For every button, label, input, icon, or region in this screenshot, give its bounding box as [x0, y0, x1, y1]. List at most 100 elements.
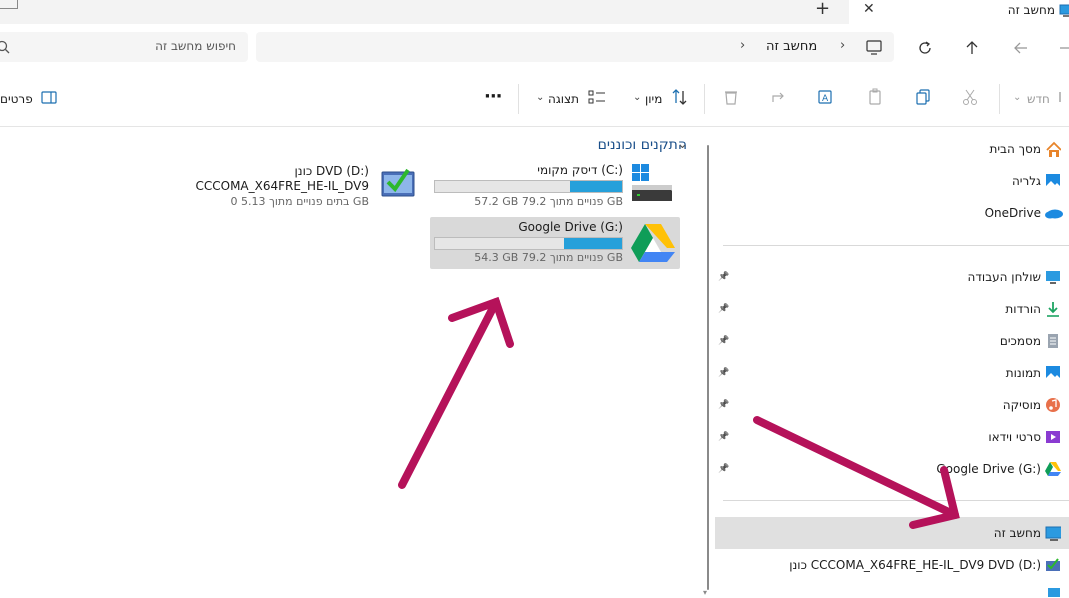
drive-free-space: 0 בתים פנויים מתוך 5.13 GB: [230, 195, 369, 208]
nav-item-pinned[interactable]: שולחן העבודה: [968, 267, 1041, 287]
dvd-drive-icon: [1046, 558, 1060, 571]
nav-label: מוסיקה: [1002, 398, 1041, 412]
pictures-icon: [1046, 366, 1060, 380]
nav-item-pinned[interactable]: הורדות: [1005, 299, 1041, 319]
nav-item-pinned[interactable]: סרטי וידאו: [988, 427, 1041, 447]
search-input[interactable]: חיפוש מחשב זה: [0, 32, 248, 62]
nav-label: Google Drive (G:): [936, 462, 1041, 476]
pin-icon[interactable]: 📌: [718, 368, 729, 378]
scroll-down-icon[interactable]: ▾: [703, 588, 707, 597]
chevron-down-icon[interactable]: ⌄: [677, 137, 688, 152]
delete-icon[interactable]: [722, 88, 742, 108]
drive-usage-fill: [564, 238, 622, 249]
toolbar-separator: [999, 84, 1000, 114]
home-icon: [1046, 141, 1061, 157]
nav-item-gallery[interactable]: גלריה: [1012, 171, 1041, 191]
refresh-icon[interactable]: [917, 40, 933, 56]
desktop-icon: [1046, 271, 1060, 284]
nav-item-pinned[interactable]: מוסיקה: [1003, 395, 1041, 415]
google-drive-icon: [631, 224, 675, 262]
pin-icon[interactable]: 📌: [718, 400, 729, 410]
nav-pane-scrollbar[interactable]: [707, 145, 709, 590]
drive-usage-bar: [434, 237, 623, 250]
back-arrow-icon[interactable]: [1058, 40, 1069, 56]
section-devices-drives[interactable]: התקנים וכוננים: [598, 137, 687, 153]
search-icon: [0, 40, 10, 54]
breadcrumb-chevron-icon[interactable]: ›: [740, 38, 745, 53]
sort-icon[interactable]: [671, 88, 691, 108]
forward-arrow-icon[interactable]: [1013, 40, 1029, 56]
nav-separator: [723, 500, 1069, 501]
nav-item-pinned[interactable]: Google Drive (G:): [936, 459, 1041, 479]
command-bar: [0, 72, 1069, 127]
nav-label: מחשב זה: [993, 526, 1041, 540]
local-disk-icon: [632, 164, 672, 201]
nav-separator: [723, 245, 1069, 246]
new-label[interactable]: חדש: [1027, 92, 1050, 106]
monitor-icon: [1059, 4, 1069, 17]
nav-item-pinned[interactable]: תמונות: [1006, 363, 1041, 383]
google-drive-icon: [1045, 462, 1061, 476]
search-placeholder: חיפוש מחשב זה: [155, 39, 236, 53]
nav-label: הורדות: [1005, 302, 1041, 316]
dvd-drive-icon: [381, 168, 415, 197]
new-tab-button[interactable]: +: [815, 0, 830, 19]
drive-label: CCCOMA_X64FRE_HE-IL_DV9: [195, 179, 370, 193]
drive-c[interactable]: דיסק מקומי (C:) 57.2 GB פנויים מתוך 79.2…: [431, 160, 680, 208]
drive-usage-fill: [569, 181, 622, 192]
nav-label: סרטי וידאו: [988, 430, 1041, 444]
view-icon[interactable]: [588, 88, 608, 108]
pin-icon[interactable]: 📌: [718, 464, 729, 474]
drive-name: דיסק מקומי (C:): [537, 163, 623, 177]
pin-icon[interactable]: 📌: [718, 432, 729, 442]
nav-label: תמונות: [1005, 366, 1041, 380]
gallery-icon: [1046, 174, 1060, 188]
nav-item-pinned[interactable]: מסמכים: [1000, 331, 1041, 351]
breadcrumb-this-pc[interactable]: מחשב זה: [766, 39, 817, 54]
this-pc-icon: [866, 40, 882, 55]
sort-label[interactable]: מיון: [645, 92, 662, 106]
pin-icon[interactable]: 📌: [718, 272, 729, 282]
toolbar-separator: [518, 84, 519, 114]
music-icon: [1046, 398, 1060, 412]
videos-icon: [1046, 431, 1060, 443]
chevron-down-icon[interactable]: ⌄: [536, 92, 544, 103]
drive-d-dvd[interactable]: כונן DVD (D:) CCCOMA_X64FRE_HE-IL_DV9 0 …: [180, 160, 420, 212]
annotation-arrow-up: [398, 296, 514, 489]
nav-label: כונן CCCOMA_X64FRE_HE-IL_DV9 DVD (D:): [789, 558, 1041, 572]
drive-usage-bar: [434, 180, 623, 193]
up-arrow-icon[interactable]: [964, 40, 980, 56]
nav-label: גלריה: [1011, 174, 1041, 188]
this-pc-icon: [1045, 526, 1061, 541]
tab-this-pc[interactable]: ✕ מחשב זה: [849, 0, 1069, 24]
onedrive-icon: [1045, 209, 1063, 219]
cut-icon[interactable]: [961, 88, 981, 108]
share-icon[interactable]: [770, 88, 790, 108]
copy-icon[interactable]: [914, 88, 934, 108]
drive-g[interactable]: Google Drive (G:) 54.3 GB פנויים מתוך 79…: [430, 217, 680, 269]
drive-free-space: 57.2 GB פנויים מתוך 79.2 GB: [474, 195, 623, 208]
pin-icon[interactable]: 📌: [718, 336, 729, 346]
window-restore-icon[interactable]: [0, 0, 18, 9]
chevron-down-icon[interactable]: ⌄: [1013, 92, 1021, 103]
more-options-button[interactable]: ···: [484, 86, 502, 107]
nav-item-dvd[interactable]: כונן CCCOMA_X64FRE_HE-IL_DV9 DVD (D:): [789, 555, 1041, 575]
toolbar-separator: [704, 84, 705, 114]
nav-item-home[interactable]: מסך הבית: [989, 139, 1041, 159]
tab-close-button[interactable]: ✕: [863, 1, 875, 17]
rename-icon[interactable]: A: [817, 88, 837, 108]
nav-item-onedrive[interactable]: OneDrive: [985, 203, 1041, 223]
drive-icon: [1048, 588, 1060, 597]
details-label[interactable]: פרטים: [0, 92, 33, 106]
breadcrumb-chevron-icon[interactable]: ›: [840, 38, 845, 53]
new-icon[interactable]: [1058, 88, 1069, 108]
pin-icon[interactable]: 📌: [718, 304, 729, 314]
download-icon: [1047, 302, 1059, 317]
nav-label: מסמכים: [999, 334, 1041, 348]
drive-free-space: 54.3 GB פנויים מתוך 79.2 GB: [474, 251, 623, 264]
chevron-down-icon[interactable]: ⌄: [633, 92, 641, 103]
paste-icon[interactable]: [866, 88, 886, 108]
view-label[interactable]: תצוגה: [548, 92, 579, 106]
nav-item-this-pc[interactable]: מחשב זה: [994, 523, 1041, 543]
details-pane-icon[interactable]: [40, 88, 60, 108]
